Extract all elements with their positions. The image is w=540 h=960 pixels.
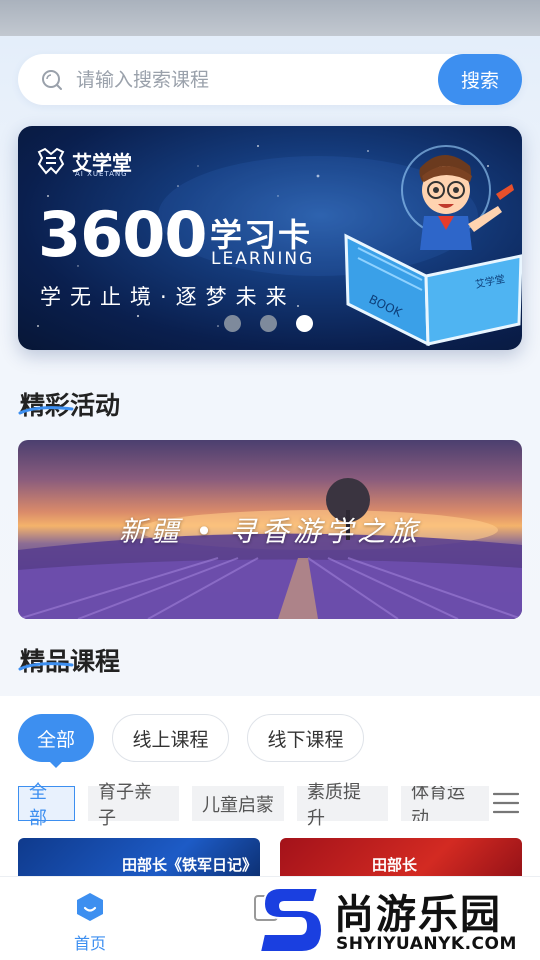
search-icon	[42, 70, 62, 90]
menu-icon[interactable]	[493, 792, 519, 814]
boy-illustration	[401, 145, 514, 250]
course-card-title: 田部长《铁军日记》	[122, 856, 258, 874]
section-title-courses: 精品课程	[20, 647, 121, 676]
filter-online[interactable]: 线上课程	[112, 714, 229, 762]
banner-learning-text: LEARNING	[211, 249, 315, 269]
course-card-title: 田部长	[372, 856, 418, 874]
home-icon	[77, 893, 103, 921]
status-bar	[0, 0, 540, 36]
activity-card-text: 新疆 • 寻香游学之旅	[118, 515, 422, 548]
watermark-logo-icon	[260, 887, 324, 953]
logo-subtitle: AI XUETANG	[75, 170, 128, 178]
title-underline-decoration	[18, 406, 74, 415]
nav-home[interactable]: 首页	[70, 891, 110, 954]
carousel-dot[interactable]	[224, 315, 241, 332]
section-title-activities: 精彩活动	[20, 391, 121, 420]
tag-all[interactable]: 全部	[18, 782, 75, 829]
nav-home-label: 首页	[73, 934, 106, 953]
banner-number: 3600	[38, 198, 208, 271]
tag-quality[interactable]: 素质提升	[297, 782, 388, 829]
promo-banner[interactable]: 艾学堂 AI XUETANG 3600 学习卡 LEARNING 学无止境·逐梦…	[18, 126, 522, 350]
filter-offline[interactable]: 线下课程	[247, 714, 364, 762]
tag-early-education[interactable]: 儿童启蒙	[192, 786, 284, 821]
search-button[interactable]: 搜索	[438, 54, 522, 105]
tag-parenting[interactable]: 育子亲子	[88, 782, 179, 829]
watermark-brand: 尚游乐园	[333, 891, 502, 939]
carousel-dot[interactable]	[260, 315, 277, 332]
filter-pointer	[48, 760, 64, 768]
activity-card[interactable]: 新疆 • 寻香游学之旅	[18, 440, 522, 619]
tag-sports[interactable]: 体育运动	[401, 786, 489, 821]
watermark-url: SHYIYUANYK.COM	[336, 934, 517, 954]
title-underline-decoration	[18, 662, 74, 671]
carousel-dot-active[interactable]	[296, 315, 313, 332]
watermark: 尚游乐园 SHYIYUANYK.COM	[258, 884, 540, 960]
carousel-dots	[224, 315, 313, 332]
logo-icon	[37, 147, 65, 175]
search-input[interactable]	[76, 54, 436, 105]
banner-slogan: 学无止境·逐梦未来	[40, 285, 296, 309]
filter-all[interactable]: 全部	[18, 714, 94, 762]
search-bar[interactable]: 搜索	[18, 54, 522, 105]
